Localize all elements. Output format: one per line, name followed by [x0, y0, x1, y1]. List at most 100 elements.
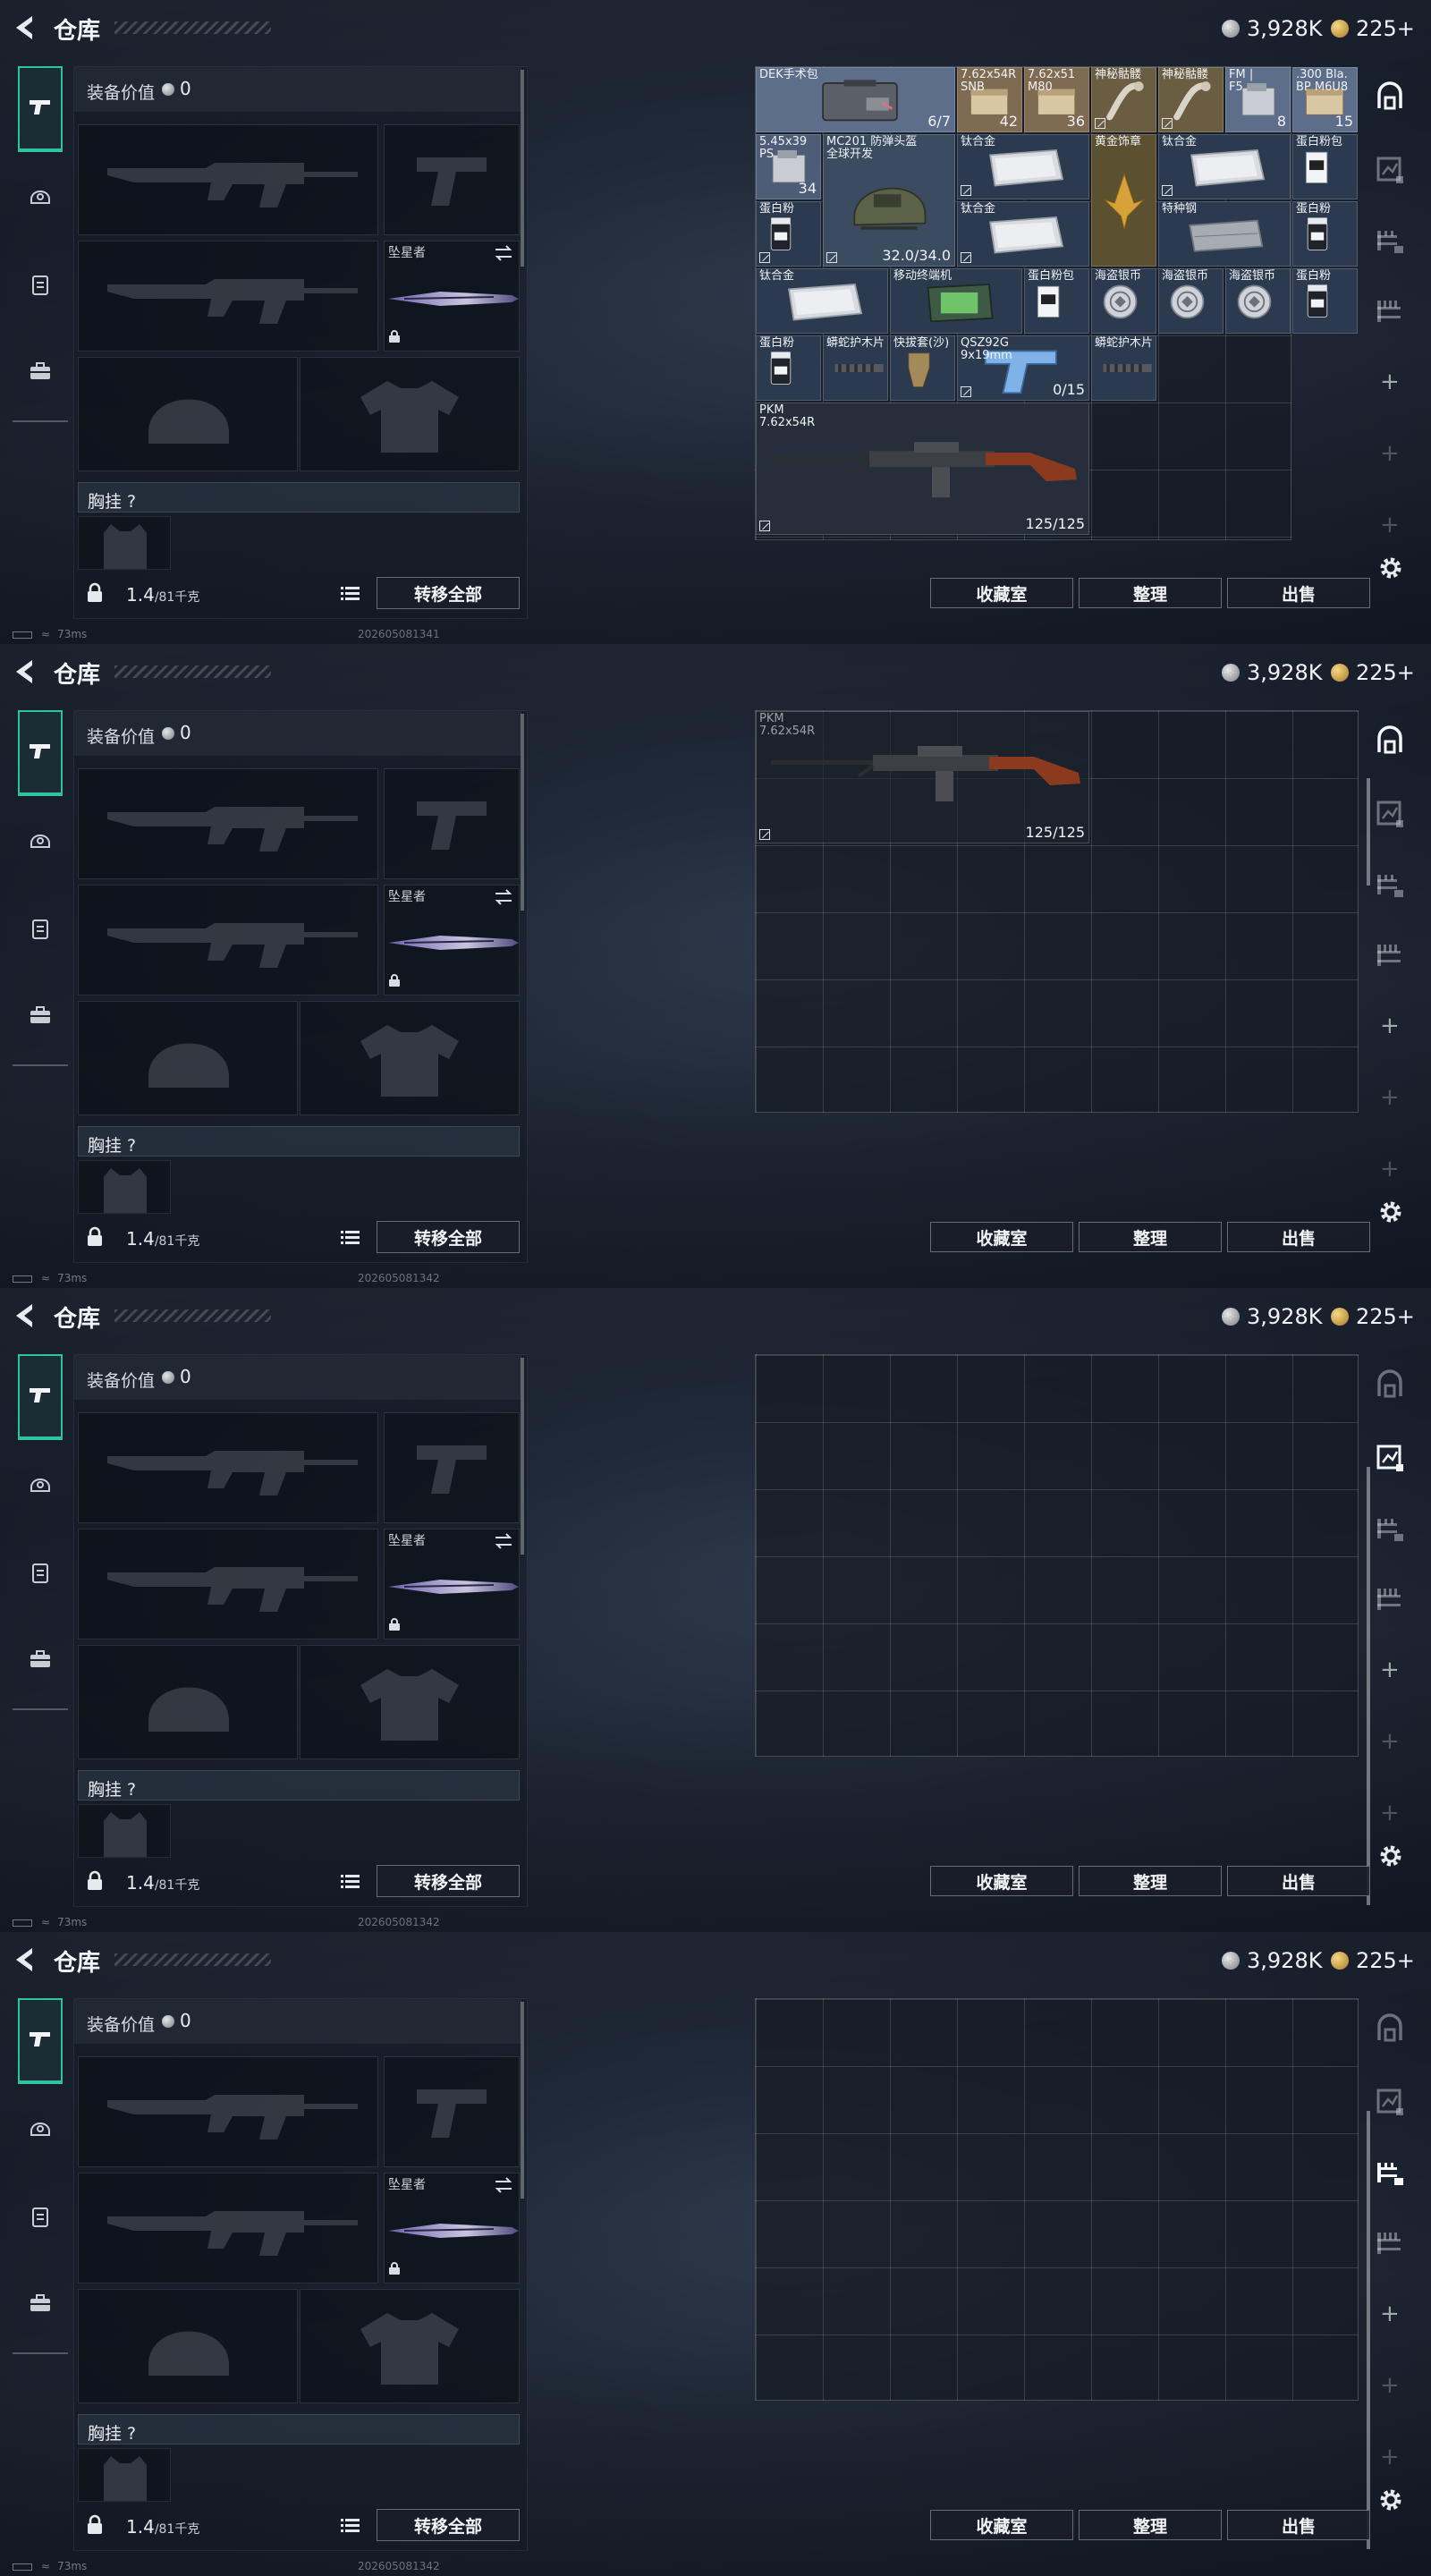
settings-gear-icon[interactable]: [1377, 1843, 1404, 1873]
body-armor-slot[interactable]: [300, 1001, 520, 1115]
tab-backpack[interactable]: [18, 351, 63, 395]
melee-slot[interactable]: 坠星者: [384, 2173, 520, 2284]
back-icon[interactable]: [13, 1946, 36, 1973]
melee-slot[interactable]: 坠星者: [384, 1529, 520, 1640]
tab-backpack[interactable]: [18, 1639, 63, 1683]
stash-item[interactable]: PKM 7.62x54R 125/125: [756, 402, 1089, 535]
primary-weapon-slot[interactable]: [78, 768, 378, 879]
favorites-button[interactable]: 收藏室: [930, 1866, 1073, 1896]
tab-armor[interactable]: [18, 1463, 63, 1508]
stash-item[interactable]: 5.45x39 PS 34: [756, 134, 821, 199]
primary-weapon-slot[interactable]: [78, 1412, 378, 1523]
add-storage-icon[interactable]: +: [1380, 1800, 1400, 1826]
stash-item[interactable]: 特种钢: [1158, 201, 1291, 267]
stash-item[interactable]: 神秘骷髅: [1091, 67, 1156, 132]
helmet-slot[interactable]: [78, 1645, 298, 1759]
stash-item[interactable]: 快拔套(沙): [890, 335, 955, 401]
stash-item[interactable]: 蟒蛇护木片: [823, 335, 888, 401]
stash-item[interactable]: 蛋白粉: [1292, 268, 1358, 334]
chest-rig-header[interactable]: 胸挂 ?: [78, 482, 520, 513]
melee-slot[interactable]: 坠星者: [384, 885, 520, 996]
secondary-weapon-slot[interactable]: [78, 885, 378, 996]
gold-balance[interactable]: 225+: [1331, 660, 1415, 685]
stash-item-pkm[interactable]: PKM 7.62x54R 125/125: [756, 711, 1089, 843]
stash-item[interactable]: 海盗银币: [1091, 268, 1156, 334]
stash-item[interactable]: 黄金饰章: [1091, 134, 1156, 267]
secondary-weapon-slot[interactable]: [78, 241, 378, 352]
helmet-slot[interactable]: [78, 357, 298, 471]
helmet-slot[interactable]: [78, 2289, 298, 2403]
stash-item[interactable]: 海盗银币: [1158, 268, 1224, 334]
stash-item[interactable]: 海盗银币: [1225, 268, 1291, 334]
rack-icon[interactable]: [1374, 939, 1406, 971]
add-storage-icon[interactable]: +: [1380, 1728, 1400, 1755]
list-icon[interactable]: [341, 1230, 360, 1250]
swap-icon[interactable]: [494, 889, 513, 909]
secondary-weapon-slot[interactable]: [78, 2173, 378, 2284]
chest-rig-slot[interactable]: [78, 1804, 171, 1858]
shelf-icon[interactable]: [1374, 2157, 1406, 2190]
settings-gear-icon[interactable]: [1377, 2487, 1404, 2517]
tab-armor[interactable]: [18, 819, 63, 864]
tab-weapons[interactable]: [18, 710, 63, 796]
settings-gear-icon[interactable]: [1377, 555, 1404, 585]
crate-icon[interactable]: [1374, 798, 1406, 830]
equipment-scrollbar[interactable]: [521, 70, 524, 267]
stash-item[interactable]: 蛋白粉: [1292, 201, 1358, 267]
crate-icon[interactable]: [1374, 1442, 1406, 1474]
add-storage-icon[interactable]: +: [1380, 440, 1400, 467]
shelf-icon[interactable]: [1374, 1513, 1406, 1546]
tab-vest[interactable]: [18, 2197, 63, 2241]
primary-weapon-slot[interactable]: [78, 124, 378, 235]
sort-button[interactable]: 整理: [1079, 578, 1222, 608]
add-storage-icon[interactable]: +: [1380, 369, 1400, 395]
stash-item[interactable]: 移动终端机: [890, 268, 1022, 334]
transfer-all-button[interactable]: 转移全部: [377, 577, 520, 609]
warehouse-icon[interactable]: [1374, 80, 1406, 113]
list-icon[interactable]: [341, 586, 360, 606]
chest-rig-header[interactable]: 胸挂 ?: [78, 1126, 520, 1157]
sidearm-slot[interactable]: [384, 2056, 520, 2167]
warehouse-icon[interactable]: [1374, 724, 1406, 757]
sidearm-slot[interactable]: [384, 768, 520, 879]
stash-item[interactable]: 钛合金: [957, 134, 1089, 199]
sell-button[interactable]: 出售: [1227, 1866, 1370, 1896]
chest-rig-header[interactable]: 胸挂 ?: [78, 1770, 520, 1801]
stash-item[interactable]: 蛋白粉包: [1024, 268, 1089, 334]
add-storage-icon[interactable]: +: [1380, 2444, 1400, 2470]
chest-rig-slot[interactable]: [78, 2448, 171, 2502]
transfer-all-button[interactable]: 转移全部: [377, 2509, 520, 2541]
secondary-weapon-slot[interactable]: [78, 1529, 378, 1640]
stash-item[interactable]: 蟒蛇护木片: [1091, 335, 1156, 401]
tab-vest[interactable]: [18, 1553, 63, 1597]
tab-armor[interactable]: [18, 175, 63, 220]
sort-button[interactable]: 整理: [1079, 1222, 1222, 1252]
melee-slot[interactable]: 坠星者: [384, 241, 520, 352]
sort-button[interactable]: 整理: [1079, 2510, 1222, 2540]
stash-item[interactable]: 钛合金: [1158, 134, 1291, 199]
favorites-button[interactable]: 收藏室: [930, 578, 1073, 608]
crate-icon[interactable]: [1374, 2086, 1406, 2118]
stash-item[interactable]: MC201 防弹头盔 全球开发 32.0/34.0: [823, 134, 955, 267]
chest-rig-header[interactable]: 胸挂 ?: [78, 2414, 520, 2445]
gold-balance[interactable]: 225+: [1331, 1948, 1415, 1973]
sort-button[interactable]: 整理: [1079, 1866, 1222, 1896]
stash-item[interactable]: 7.62x51 M80 36: [1024, 67, 1089, 132]
transfer-all-button[interactable]: 转移全部: [377, 1865, 520, 1897]
stash-item[interactable]: 钛合金: [756, 268, 888, 334]
stash-item[interactable]: 蛋白粉: [756, 201, 821, 267]
swap-icon[interactable]: [494, 1533, 513, 1553]
add-storage-icon[interactable]: +: [1380, 1013, 1400, 1039]
settings-gear-icon[interactable]: [1377, 1199, 1404, 1229]
tab-vest[interactable]: [18, 265, 63, 309]
chest-rig-slot[interactable]: [78, 516, 171, 570]
add-storage-icon[interactable]: +: [1380, 1657, 1400, 1683]
back-icon[interactable]: [13, 658, 36, 685]
tab-weapons[interactable]: [18, 66, 63, 152]
tab-weapons[interactable]: [18, 1354, 63, 1440]
equipment-scrollbar[interactable]: [521, 714, 524, 911]
primary-weapon-slot[interactable]: [78, 2056, 378, 2167]
equipment-scrollbar[interactable]: [521, 2002, 524, 2199]
sell-button[interactable]: 出售: [1227, 2510, 1370, 2540]
stash-item[interactable]: 钛合金: [957, 201, 1089, 267]
